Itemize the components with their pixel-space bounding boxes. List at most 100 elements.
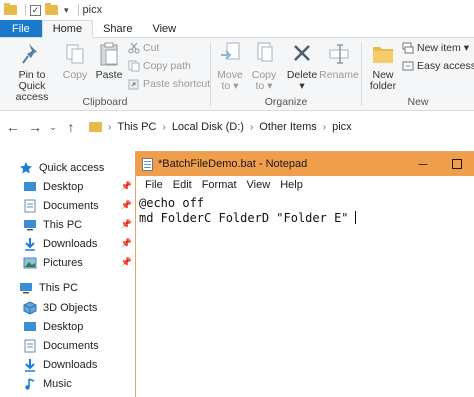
copy-to-icon — [252, 41, 276, 67]
copy-path-button[interactable]: Copy path — [128, 60, 191, 72]
forward-arrow-icon[interactable]: → — [26, 119, 44, 135]
new-item-chevron-icon: ▾ — [463, 42, 470, 54]
paste-label: Paste — [95, 69, 123, 81]
notepad-title-bar[interactable]: *BatchFileDemo.bat - Notepad ─ — [136, 152, 474, 176]
nav-item-quick-access[interactable]: Quick access — [18, 158, 153, 177]
new-folder-icon — [371, 41, 395, 67]
chevron-right-icon[interactable]: › — [250, 122, 253, 133]
recent-locations-chevron-icon[interactable]: ⌄ — [44, 122, 62, 133]
address-bar[interactable]: › This PC › Local Disk (D:) › Other Item… — [85, 116, 474, 138]
notepad-text-area[interactable]: @echo off md FolderC FolderD "Folder E" — [136, 194, 474, 226]
copy-button[interactable]: Copy — [62, 41, 88, 81]
cut-button[interactable]: Cut — [128, 42, 159, 54]
copy-icon — [63, 41, 87, 67]
tab-file[interactable]: File — [0, 20, 42, 37]
properties-icon[interactable]: ✓ — [30, 4, 41, 16]
copy-label: Copy — [62, 69, 88, 81]
pin-icon[interactable]: 📌 — [121, 200, 132, 211]
nav-item-label: This PC — [43, 218, 83, 231]
pin-icon — [20, 41, 44, 67]
new-group: New folder New item ▾ Easy access ▾ New — [362, 38, 474, 111]
paste-shortcut-icon — [128, 78, 140, 90]
delete-dropdown-chevron-icon[interactable]: ▾ — [299, 81, 304, 92]
new-folder-quick-icon[interactable] — [45, 3, 58, 15]
copy-path-label: Copy path — [143, 60, 191, 72]
minimize-icon[interactable]: ─ — [406, 152, 440, 176]
copy-to-label-2: to ▾ — [255, 80, 273, 92]
pin-icon[interactable]: 📌 — [121, 219, 132, 230]
download-icon — [22, 237, 37, 251]
pc-icon — [18, 281, 33, 294]
documents-icon — [22, 199, 37, 212]
move-to-icon — [218, 41, 242, 67]
up-arrow-icon[interactable]: ↑ — [62, 119, 80, 135]
tab-share[interactable]: Share — [93, 20, 142, 37]
pin-icon[interactable]: 📌 — [121, 181, 132, 192]
menu-help[interactable]: Help — [275, 179, 308, 191]
notepad-window: *BatchFileDemo.bat - Notepad ─ File Edit… — [135, 151, 474, 397]
organize-group-label: Organize — [264, 96, 308, 108]
rename-icon — [327, 41, 351, 67]
pin-to-quick-access-button[interactable]: Pin to Quick access — [4, 41, 60, 103]
pin-label-line1: Pin to Quick — [18, 69, 46, 92]
nav-item-label: This PC — [39, 281, 79, 294]
chevron-right-icon[interactable]: › — [108, 122, 111, 133]
nav-item-label: Pictures — [43, 256, 83, 269]
customize-toolbar-chevron-icon[interactable]: ▾ — [64, 5, 69, 16]
download-icon — [22, 358, 37, 372]
paste-shortcut-button[interactable]: Paste shortcut — [128, 78, 210, 90]
breadcrumb-this-pc[interactable]: This PC — [117, 121, 156, 133]
divider — [77, 4, 79, 16]
folder-icon — [4, 3, 17, 15]
scissors-icon — [128, 42, 140, 54]
ribbon-tabs: File Home Share View — [0, 20, 474, 38]
notepad-title: *BatchFileDemo.bat - Notepad — [158, 158, 308, 170]
desktop-icon — [22, 320, 37, 333]
delete-button[interactable]: Delete ▾ — [287, 41, 317, 92]
new-item-label: New item — [417, 42, 461, 54]
documents-icon — [22, 339, 37, 352]
tab-view[interactable]: View — [142, 20, 186, 37]
new-item-icon — [402, 42, 414, 54]
nav-item-this-pc-root[interactable]: This PC — [18, 278, 153, 297]
new-folder-button[interactable]: New folder — [366, 41, 400, 92]
paste-button[interactable]: Paste — [94, 41, 124, 81]
easy-access-button[interactable]: Easy access ▾ — [402, 60, 474, 72]
menu-edit[interactable]: Edit — [168, 179, 197, 191]
notepad-menu-bar: File Edit Format View Help — [136, 176, 474, 194]
nav-item-label: Quick access — [39, 161, 105, 174]
maximize-icon[interactable] — [440, 152, 474, 176]
breadcrumb-local-disk[interactable]: Local Disk (D:) — [172, 121, 244, 133]
divider — [25, 4, 26, 16]
nav-item-label: Documents — [43, 199, 99, 212]
pin-icon[interactable]: 📌 — [121, 257, 132, 268]
window-title: picx — [82, 4, 103, 16]
move-to-label-2: to ▾ — [221, 80, 239, 92]
notepad-icon — [142, 157, 153, 171]
desktop-icon — [22, 180, 37, 193]
copy-path-icon — [128, 60, 140, 72]
new-folder-label-2: folder — [369, 80, 397, 92]
rename-button[interactable]: Rename — [319, 41, 359, 81]
chevron-right-icon[interactable]: › — [323, 122, 326, 133]
tab-home[interactable]: Home — [41, 20, 94, 38]
back-arrow-icon[interactable]: ← — [4, 119, 22, 135]
chevron-right-icon[interactable]: › — [162, 122, 165, 133]
clipboard-group: Pin to Quick access Copy Paste Cut Copy … — [0, 38, 210, 111]
ribbon: Pin to Quick access Copy Paste Cut Copy … — [0, 38, 474, 111]
copy-to-button[interactable]: Copy to ▾ — [249, 41, 279, 92]
new-item-button[interactable]: New item ▾ — [402, 42, 469, 54]
pin-icon[interactable]: 📌 — [121, 238, 132, 249]
breadcrumb-other-items[interactable]: Other Items — [259, 121, 316, 133]
cube-icon — [22, 300, 37, 315]
navigation-pane: Quick access Desktop 📌 Documents 📌 This … — [0, 150, 135, 397]
nav-item-label: Documents — [43, 339, 99, 352]
breadcrumb-picx[interactable]: picx — [332, 121, 352, 133]
nav-item-label: Desktop — [43, 180, 84, 193]
menu-view[interactable]: View — [242, 179, 276, 191]
nav-item-label: 3D Objects — [43, 301, 98, 314]
menu-format[interactable]: Format — [197, 179, 242, 191]
text-line-with-caret: md FolderC FolderD "Folder E" — [139, 211, 472, 226]
menu-file[interactable]: File — [140, 179, 168, 191]
move-to-button[interactable]: Move to ▾ — [215, 41, 245, 92]
